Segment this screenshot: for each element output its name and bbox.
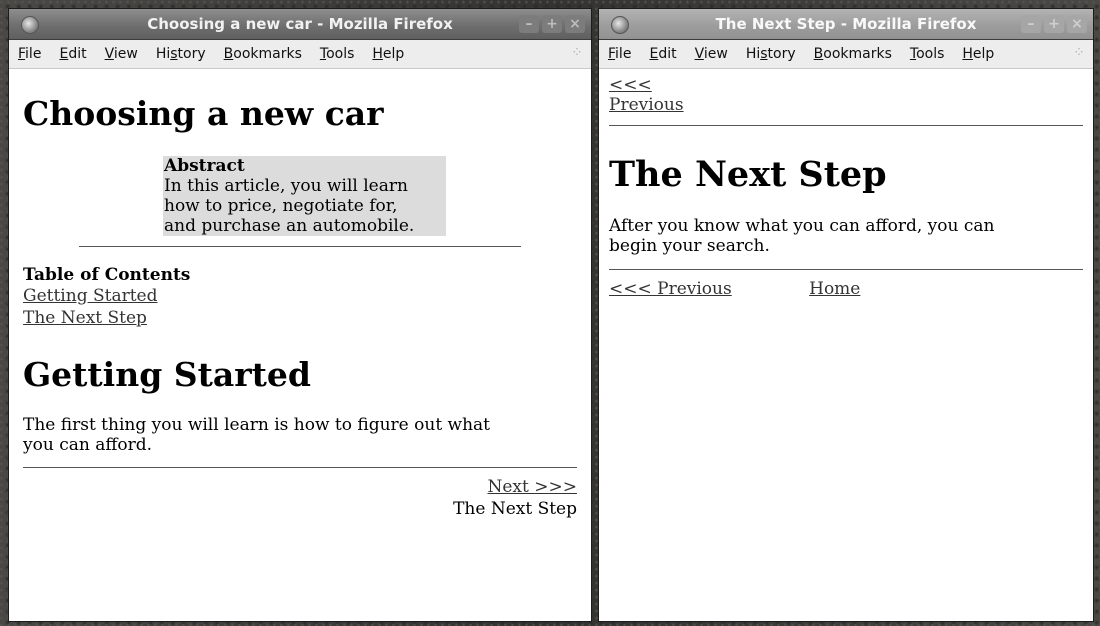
- window-controls: – + ×: [1021, 15, 1087, 33]
- divider: [609, 125, 1083, 126]
- paragraph: After you know what you can afford, you …: [609, 216, 1083, 256]
- toc-title: Table of Contents: [23, 265, 191, 285]
- close-button[interactable]: ×: [565, 15, 585, 33]
- menu-view[interactable]: View: [692, 44, 731, 64]
- page-title: The Next Step: [609, 154, 887, 195]
- throbber-icon: ⁘: [1073, 45, 1085, 61]
- menu-bookmarks[interactable]: Bookmarks: [811, 44, 895, 64]
- page-content: <<< Previous The Next Step After you kno…: [599, 75, 1093, 300]
- menu-help[interactable]: Help: [959, 44, 997, 64]
- section-heading: Getting Started: [23, 355, 311, 394]
- paragraph-line: The first thing you will learn is how to…: [23, 415, 491, 435]
- title-bar[interactable]: The Next Step - Mozilla Firefox – + ×: [599, 9, 1093, 40]
- paragraph-line: After you know what you can afford, you …: [609, 216, 995, 236]
- maximize-button[interactable]: +: [1044, 15, 1064, 33]
- menu-history[interactable]: History: [743, 44, 799, 64]
- maximize-button[interactable]: +: [542, 15, 562, 33]
- abstract-box: Abstract In this article, you will learn…: [163, 156, 446, 236]
- firefox-icon[interactable]: [611, 16, 629, 34]
- menu-history[interactable]: History: [153, 44, 209, 64]
- abstract-line: how to price, negotiate for,: [164, 196, 398, 216]
- next-title: The Next Step: [453, 499, 577, 519]
- browser-window-left: Choosing a new car - Mozilla Firefox – +…: [8, 8, 592, 622]
- abstract-line: and purchase an automobile.: [164, 216, 415, 236]
- menu-file[interactable]: File: [605, 44, 634, 64]
- browser-window-right: The Next Step - Mozilla Firefox – + × Fi…: [598, 8, 1094, 622]
- divider: [609, 269, 1083, 270]
- toc-link-next-step[interactable]: The Next Step: [23, 307, 577, 329]
- close-button[interactable]: ×: [1067, 15, 1087, 33]
- previous-link-bottom[interactable]: <<< Previous: [609, 279, 732, 299]
- minimize-button[interactable]: –: [1021, 15, 1041, 33]
- menu-edit[interactable]: Edit: [56, 44, 89, 64]
- menu-view[interactable]: View: [102, 44, 141, 64]
- toc-link-getting-started[interactable]: Getting Started: [23, 285, 577, 307]
- paragraph: The first thing you will learn is how to…: [23, 415, 577, 455]
- window-title: Choosing a new car - Mozilla Firefox: [147, 15, 453, 33]
- menu-tools[interactable]: Tools: [317, 44, 358, 64]
- window-controls: – + ×: [519, 15, 585, 33]
- footer-nav: Next >>> The Next Step: [23, 476, 577, 520]
- divider: [79, 246, 521, 247]
- prev-arrows-link[interactable]: <<<: [609, 75, 1083, 95]
- menu-help[interactable]: Help: [369, 44, 407, 64]
- paragraph-line: you can afford.: [23, 435, 153, 455]
- minimize-button[interactable]: –: [519, 15, 539, 33]
- page-title: Choosing a new car: [23, 94, 384, 133]
- menu-bookmarks[interactable]: Bookmarks: [221, 44, 305, 64]
- title-bar[interactable]: Choosing a new car - Mozilla Firefox – +…: [9, 9, 591, 40]
- footer-nav: <<< Previous Home: [609, 278, 1083, 300]
- page-content: Choosing a new car Abstract In this arti…: [9, 94, 591, 520]
- window-title: The Next Step - Mozilla Firefox: [715, 15, 977, 33]
- home-link[interactable]: Home: [809, 279, 860, 299]
- abstract-heading: Abstract: [164, 156, 245, 176]
- abstract-line: In this article, you will learn: [164, 176, 408, 196]
- menu-edit[interactable]: Edit: [646, 44, 679, 64]
- header-nav: <<< Previous: [609, 75, 1083, 115]
- paragraph-line: begin your search.: [609, 236, 770, 256]
- menu-bar: File Edit View History Bookmarks Tools H…: [9, 40, 591, 69]
- divider: [23, 467, 577, 468]
- throbber-icon: ⁘: [571, 45, 583, 61]
- next-link[interactable]: Next >>>: [488, 477, 578, 497]
- menu-tools[interactable]: Tools: [907, 44, 948, 64]
- previous-link[interactable]: Previous: [609, 95, 1083, 115]
- firefox-icon[interactable]: [21, 16, 39, 34]
- menu-bar: File Edit View History Bookmarks Tools H…: [599, 40, 1093, 69]
- menu-file[interactable]: File: [15, 44, 44, 64]
